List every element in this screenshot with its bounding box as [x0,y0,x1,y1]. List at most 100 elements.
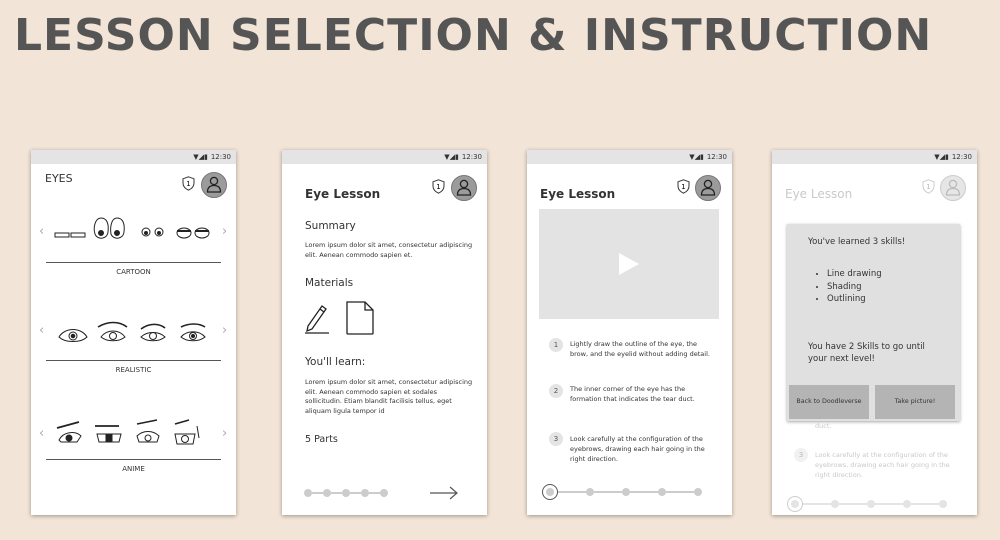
status-bar: ▼◢▮ 12:30 [282,150,487,164]
summary-text: Lorem ipsum dolor sit amet, consectetur … [305,241,473,259]
progress-dot [867,500,875,508]
summary-heading: Summary [305,220,356,232]
anime-eyes-illustration [56,419,200,445]
svg-text:1: 1 [186,180,190,188]
skill-item: Line drawing [827,268,882,281]
materials-heading: Materials [305,277,354,289]
part-progress-dots [304,489,388,497]
step-number: 2 [549,384,563,398]
signal-icon: ▼◢▮ [444,153,459,161]
part-progress-dots [787,496,947,512]
divider [46,459,221,460]
screen-title: EYES [45,172,73,185]
skill-item: Shading [827,281,882,294]
category-label-cartoon: CARTOON [116,268,151,276]
part-progress-dots [542,484,702,500]
signal-icon: ▼◢▮ [934,153,949,161]
progress-dot [361,489,369,497]
user-icon [456,179,472,196]
progress-dot [323,489,331,497]
shield-badge-icon: 1 [432,179,445,194]
realistic-eyes-row[interactable]: ‹ › [31,313,236,359]
user-icon [945,179,961,196]
background-step-text: Look carefully at the configuration of t… [815,451,950,479]
svg-text:1: 1 [926,183,930,191]
status-bar: ▼◢▮ 12:30 [527,150,732,164]
pencil-icon [305,305,329,334]
lesson-overview-screen: ▼◢▮ 12:30 Eye Lesson 1 Summary Lorem ips… [282,150,487,515]
chevron-right-icon[interactable]: › [222,224,227,239]
shield-badge-icon: 1 [677,179,690,194]
user-icon [206,176,222,193]
profile-avatar-button[interactable] [451,175,477,201]
chevron-left-icon[interactable]: ‹ [39,224,44,239]
progress-dot [903,500,911,508]
chevron-right-icon[interactable]: › [222,323,227,338]
signal-icon: ▼◢▮ [689,153,704,161]
profile-avatar-button[interactable] [695,175,721,201]
step-text: The inner corner of the eye has the form… [570,385,695,403]
status-bar: ▼◢▮ 12:30 [772,150,977,164]
signal-icon: ▼◢▮ [193,153,208,161]
profile-avatar-button[interactable] [940,175,966,201]
chevron-left-icon[interactable]: ‹ [39,323,44,338]
page-title: LESSON SELECTION & INSTRUCTION [14,10,933,61]
progress-dot [939,500,947,508]
category-label-anime: ANIME [122,465,145,473]
step-number: 1 [549,338,563,352]
chevron-right-icon[interactable]: › [222,426,227,441]
cartoon-eyes-illustration [54,217,210,239]
back-to-doodleverse-button[interactable]: Back to Doodleverse [789,385,869,419]
svg-text:1: 1 [436,183,440,191]
progress-dot [831,500,839,508]
progress-dot [658,488,666,496]
background-step-text: duct. [815,422,832,430]
video-player[interactable] [539,209,719,319]
progress-dot [586,488,594,496]
parts-heading: 5 Parts [305,434,338,445]
screen-title: Eye Lesson [540,187,616,201]
shield-badge-icon: 1 [182,176,195,191]
divider [46,360,221,361]
category-label-realistic: REALISTIC [115,366,152,374]
lesson-complete-screen: ▼◢▮ 12:30 Eye Lesson 1 duct. 3 Look care… [772,150,977,515]
take-picture-button[interactable]: Take picture! [875,385,955,419]
progress-dot [380,489,388,497]
learned-message: You've learned 3 skills! [808,237,906,247]
anime-eyes-row[interactable]: ‹ › [31,416,236,462]
arrow-right-icon[interactable] [429,486,459,500]
step-text: Lightly draw the outline of the eye, the… [570,340,710,358]
step-number: 3 [794,448,808,462]
screen-title: Eye Lesson [305,187,381,201]
progress-dot-current [542,484,558,500]
status-time: 12:30 [461,153,482,161]
eyes-category-screen: ▼◢▮ 12:30 EYES 1 ‹ › CARTOON ‹ › REALIST… [31,150,236,515]
user-icon [700,179,716,196]
paper-icon [346,301,374,335]
svg-text:1: 1 [681,183,685,191]
learn-text: Lorem ipsum dolor sit amet, consectetur … [305,378,473,415]
progress-dot [622,488,630,496]
remaining-message: You have 2 Skills to go until your next … [808,342,925,364]
cartoon-eyes-row[interactable]: ‹ › [31,214,236,260]
chevron-left-icon[interactable]: ‹ [39,426,44,441]
learn-heading: You'll learn: [305,356,366,368]
play-icon[interactable] [619,253,639,275]
profile-avatar-button[interactable] [201,172,227,198]
status-time: 12:30 [706,153,727,161]
status-time: 12:30 [951,153,972,161]
progress-dot [304,489,312,497]
skills-list: Line drawing Shading Outlining [827,268,882,306]
skill-item: Outlining [827,293,882,306]
lesson-steps-screen: ▼◢▮ 12:30 Eye Lesson 1 1 Lightly draw th… [527,150,732,515]
status-bar: ▼◢▮ 12:30 [31,150,236,164]
step-number: 3 [549,432,563,446]
screen-title: Eye Lesson [785,187,853,201]
realistic-eyes-illustration [58,321,206,342]
status-time: 12:30 [210,153,231,161]
divider [46,262,221,263]
shield-badge-icon: 1 [922,179,935,194]
progress-dot [694,488,702,496]
skills-learned-dialog: You've learned 3 skills! Line drawing Sh… [787,224,960,421]
progress-dot [342,489,350,497]
